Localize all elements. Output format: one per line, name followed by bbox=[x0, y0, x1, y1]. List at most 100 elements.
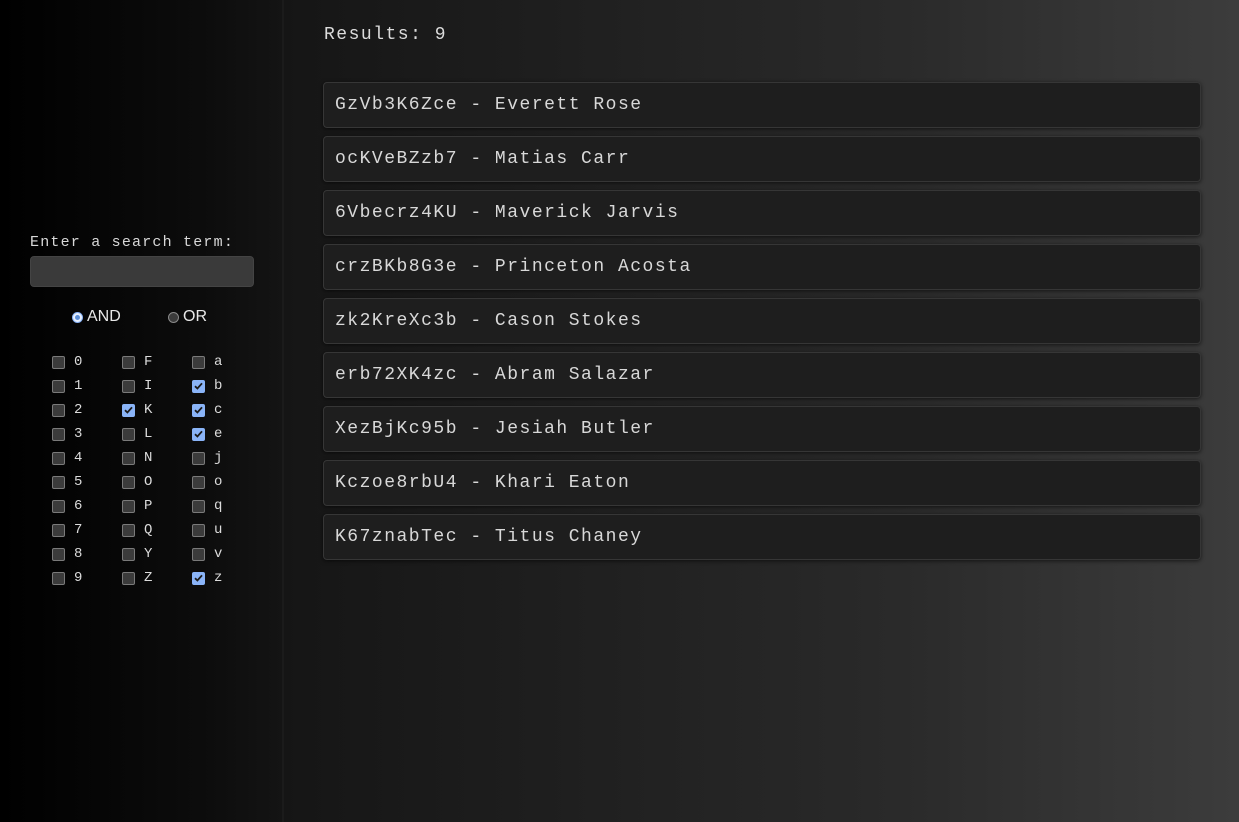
sidebar: Enter a search term: AND OR 0 1 2 3 4 5 6 7 8 9 FI… bbox=[0, 0, 284, 822]
checkbox-unchecked-icon[interactable] bbox=[122, 499, 135, 513]
filter-label: 7 bbox=[74, 522, 83, 538]
result-row[interactable]: crzBKb8G3e - Princeton Acosta bbox=[323, 244, 1201, 290]
checkbox-unchecked-icon[interactable] bbox=[122, 427, 135, 441]
result-row[interactable]: GzVb3K6Zce - Everett Rose bbox=[323, 82, 1201, 128]
checkbox-unchecked-icon[interactable] bbox=[122, 475, 135, 489]
filter-checkbox-b[interactable]: b bbox=[192, 376, 222, 396]
filter-checkbox-1[interactable]: 1 bbox=[52, 376, 82, 396]
mode-and-label: AND bbox=[87, 308, 121, 325]
mode-and-radio[interactable]: AND bbox=[72, 308, 121, 326]
filter-label: 3 bbox=[74, 426, 83, 442]
checkbox-checked-icon[interactable] bbox=[192, 571, 205, 585]
filter-label: 9 bbox=[74, 570, 83, 586]
filter-checkbox-c[interactable]: c bbox=[192, 400, 222, 420]
checkbox-checked-icon[interactable] bbox=[192, 427, 205, 441]
checkbox-unchecked-icon[interactable] bbox=[192, 451, 205, 465]
filter-checkbox-j[interactable]: j bbox=[192, 448, 222, 468]
result-row[interactable]: zk2KreXc3b - Cason Stokes bbox=[323, 298, 1201, 344]
filter-label: O bbox=[144, 474, 153, 490]
filter-label: 2 bbox=[74, 402, 83, 418]
filter-checkbox-z[interactable]: z bbox=[192, 568, 222, 588]
checkbox-unchecked-icon[interactable] bbox=[52, 475, 65, 489]
filter-checkbox-7[interactable]: 7 bbox=[52, 520, 82, 540]
checkbox-checked-icon[interactable] bbox=[122, 403, 135, 417]
mode-or-label: OR bbox=[183, 308, 207, 325]
filter-checkbox-Z[interactable]: Z bbox=[122, 568, 152, 588]
filter-checkbox-v[interactable]: v bbox=[192, 544, 222, 564]
filter-label: I bbox=[144, 378, 153, 394]
filter-checkbox-u[interactable]: u bbox=[192, 520, 222, 540]
filter-label: c bbox=[214, 402, 223, 418]
radio-selected-icon[interactable] bbox=[72, 311, 83, 323]
filter-label: a bbox=[214, 354, 223, 370]
radio-unselected-icon[interactable] bbox=[168, 311, 179, 323]
filter-checkbox-P[interactable]: P bbox=[122, 496, 152, 516]
checkbox-unchecked-icon[interactable] bbox=[122, 451, 135, 465]
filter-label: q bbox=[214, 498, 223, 514]
filter-label: Y bbox=[144, 546, 153, 562]
filter-label: F bbox=[144, 354, 153, 370]
filter-checkbox-6[interactable]: 6 bbox=[52, 496, 82, 516]
checkbox-checked-icon[interactable] bbox=[192, 379, 205, 393]
filter-checkbox-o[interactable]: o bbox=[192, 472, 222, 492]
checkbox-unchecked-icon[interactable] bbox=[192, 475, 205, 489]
checkbox-unchecked-icon[interactable] bbox=[52, 451, 65, 465]
filter-checkbox-L[interactable]: L bbox=[122, 424, 152, 444]
filter-checkbox-I[interactable]: I bbox=[122, 376, 152, 396]
checkbox-unchecked-icon[interactable] bbox=[52, 403, 65, 417]
filter-checkbox-K[interactable]: K bbox=[122, 400, 152, 420]
filter-checkbox-O[interactable]: O bbox=[122, 472, 152, 492]
filter-label: 1 bbox=[74, 378, 83, 394]
filter-checkbox-9[interactable]: 9 bbox=[52, 568, 82, 588]
filter-checkbox-0[interactable]: 0 bbox=[52, 352, 82, 372]
search-label: Enter a search term: bbox=[30, 234, 235, 251]
filter-label: e bbox=[214, 426, 223, 442]
checkbox-unchecked-icon[interactable] bbox=[52, 547, 65, 561]
filter-checkbox-e[interactable]: e bbox=[192, 424, 222, 444]
checkbox-unchecked-icon[interactable] bbox=[122, 571, 135, 585]
filter-checkbox-a[interactable]: a bbox=[192, 352, 222, 372]
checkbox-unchecked-icon[interactable] bbox=[192, 499, 205, 513]
checkbox-unchecked-icon[interactable] bbox=[52, 571, 65, 585]
filter-label: 6 bbox=[74, 498, 83, 514]
filter-label: z bbox=[214, 570, 223, 586]
filter-checkbox-Q[interactable]: Q bbox=[122, 520, 152, 540]
result-row[interactable]: erb72XK4zc - Abram Salazar bbox=[323, 352, 1201, 398]
filter-label: j bbox=[214, 450, 223, 466]
filter-checkbox-q[interactable]: q bbox=[192, 496, 222, 516]
filter-label: u bbox=[214, 522, 223, 538]
checkbox-unchecked-icon[interactable] bbox=[122, 547, 135, 561]
result-row[interactable]: 6Vbecrz4KU - Maverick Jarvis bbox=[323, 190, 1201, 236]
checkbox-unchecked-icon[interactable] bbox=[122, 523, 135, 537]
checkbox-unchecked-icon[interactable] bbox=[52, 499, 65, 513]
filter-label: 4 bbox=[74, 450, 83, 466]
checkbox-checked-icon[interactable] bbox=[192, 403, 205, 417]
result-row[interactable]: ocKVeBZzb7 - Matias Carr bbox=[323, 136, 1201, 182]
checkbox-unchecked-icon[interactable] bbox=[122, 379, 135, 393]
filter-checkbox-N[interactable]: N bbox=[122, 448, 152, 468]
mode-or-radio[interactable]: OR bbox=[168, 308, 207, 326]
filter-checkbox-5[interactable]: 5 bbox=[52, 472, 82, 492]
checkbox-unchecked-icon[interactable] bbox=[52, 379, 65, 393]
filter-checkbox-3[interactable]: 3 bbox=[52, 424, 82, 444]
result-row[interactable]: Kczoe8rbU4 - Khari Eaton bbox=[323, 460, 1201, 506]
filter-label: L bbox=[144, 426, 153, 442]
filter-label: 8 bbox=[74, 546, 83, 562]
checkbox-unchecked-icon[interactable] bbox=[52, 355, 65, 369]
checkbox-unchecked-icon[interactable] bbox=[192, 547, 205, 561]
search-input[interactable] bbox=[30, 256, 254, 287]
checkbox-unchecked-icon[interactable] bbox=[52, 523, 65, 537]
checkbox-unchecked-icon[interactable] bbox=[122, 355, 135, 369]
filter-checkbox-Y[interactable]: Y bbox=[122, 544, 152, 564]
checkbox-unchecked-icon[interactable] bbox=[192, 523, 205, 537]
checkbox-unchecked-icon[interactable] bbox=[192, 355, 205, 369]
filter-checkbox-8[interactable]: 8 bbox=[52, 544, 82, 564]
result-row[interactable]: XezBjKc95b - Jesiah Butler bbox=[323, 406, 1201, 452]
filter-checkbox-2[interactable]: 2 bbox=[52, 400, 82, 420]
filter-checkbox-4[interactable]: 4 bbox=[52, 448, 82, 468]
filter-checkbox-F[interactable]: F bbox=[122, 352, 152, 372]
filter-label: K bbox=[144, 402, 153, 418]
checkbox-unchecked-icon[interactable] bbox=[52, 427, 65, 441]
result-row[interactable]: K67znabTec - Titus Chaney bbox=[323, 514, 1201, 560]
filter-label: N bbox=[144, 450, 153, 466]
